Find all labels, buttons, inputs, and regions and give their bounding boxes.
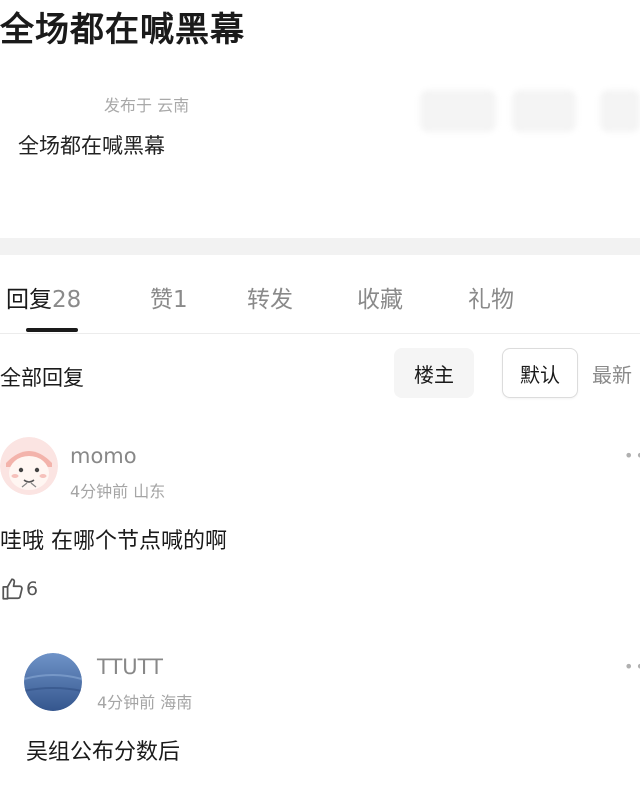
post-title: 全场都在喊黑幕: [0, 10, 245, 50]
owner-only-button[interactable]: 楼主: [394, 348, 474, 398]
tab-reposts-label: 转发: [247, 287, 293, 313]
comment-text: 吴组公布分数后: [26, 740, 181, 765]
comment-time: 4分钟前: [97, 693, 156, 712]
sort-default-label: 默认: [520, 362, 560, 387]
tab-likes-count: 1: [173, 287, 188, 313]
blurred-action-area: [512, 90, 576, 132]
comment-text: 哇哦 在哪个节点喊的啊: [0, 529, 227, 554]
tab-divider: [0, 333, 640, 334]
comment-location: 山东: [133, 482, 166, 501]
comment-username[interactable]: momo: [70, 444, 137, 468]
avatar[interactable]: [0, 437, 58, 495]
all-replies-label: 全部回复: [0, 366, 84, 390]
comment-username[interactable]: TTUTT: [97, 655, 163, 679]
owner-only-label: 楼主: [414, 362, 454, 387]
comment-time-location: 4分钟前 山东: [70, 478, 165, 502]
like-button[interactable]: 6: [0, 576, 38, 602]
comment-time-location: 4分钟前 海南: [97, 689, 192, 713]
post-location-meta: 发布于 云南: [104, 96, 190, 115]
tab-likes-label: 赞: [150, 287, 173, 313]
more-options-icon[interactable]: ••: [624, 446, 640, 465]
blurred-action-area: [420, 90, 496, 132]
tab-replies[interactable]: 回复28: [6, 280, 81, 314]
tab-likes[interactable]: 赞1: [150, 280, 188, 314]
section-divider: [0, 238, 640, 255]
tab-favorites[interactable]: 收藏: [357, 280, 403, 314]
like-count: 6: [26, 578, 39, 600]
more-options-icon[interactable]: ••: [624, 657, 640, 676]
tab-gifts-label: 礼物: [468, 287, 514, 313]
tab-gifts[interactable]: 礼物: [468, 280, 514, 314]
tab-reposts[interactable]: 转发: [247, 280, 293, 314]
sort-default-button[interactable]: 默认: [502, 348, 578, 398]
avatar[interactable]: [24, 653, 82, 711]
tab-replies-label: 回复: [6, 287, 52, 313]
comment-location: 海南: [160, 693, 193, 712]
tab-replies-count: 28: [52, 287, 82, 313]
tab-favorites-label: 收藏: [357, 287, 403, 313]
blurred-action-area: [600, 90, 640, 132]
thumbs-up-icon: [0, 576, 26, 602]
comment-time: 4分钟前: [70, 482, 129, 501]
active-tab-indicator: [26, 328, 78, 332]
sort-latest-button[interactable]: 最新: [592, 348, 640, 398]
post-body: 全场都在喊黑幕: [18, 134, 165, 158]
sort-latest-label: 最新: [592, 362, 632, 387]
